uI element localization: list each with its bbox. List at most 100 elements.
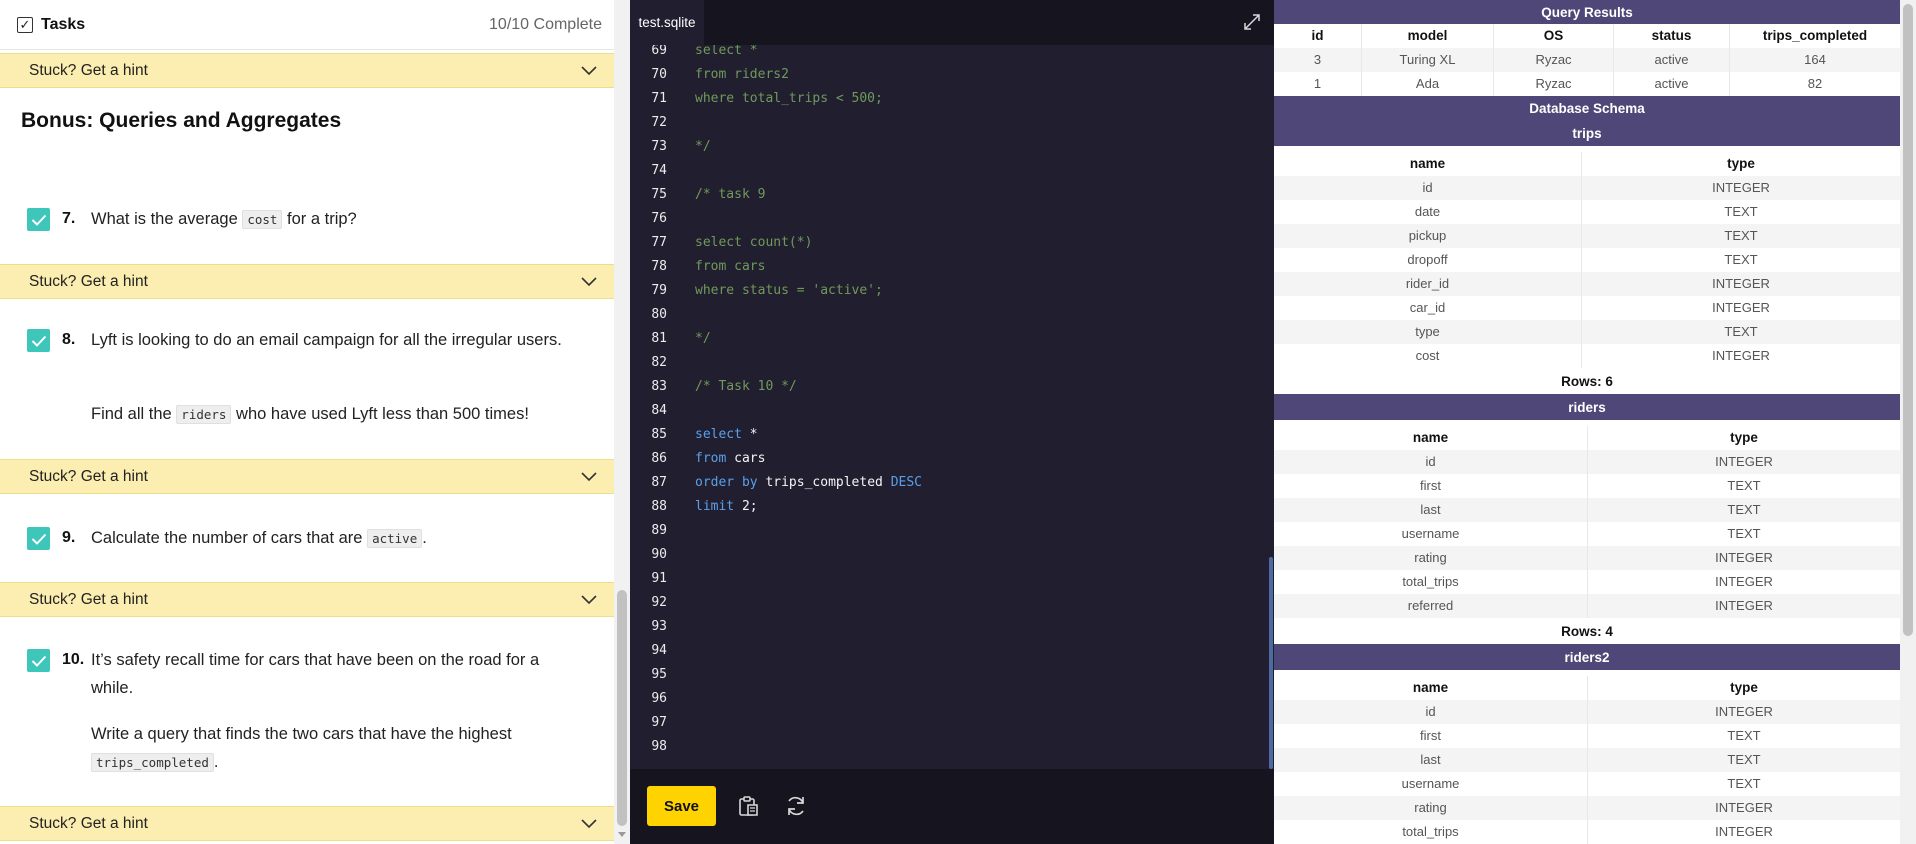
task-description-extra: Find all the riders who have used Lyft l… (91, 400, 571, 429)
code-text: limit 2; (695, 495, 758, 519)
table-cell: Ada (1362, 72, 1494, 96)
code-line: 77 select count(*) (630, 231, 1274, 255)
code-token: */ (695, 331, 711, 346)
app-root: ✓ Tasks 10/10 Complete Stuck? Get a hint… (0, 0, 1916, 844)
table-cell: Ryzac (1494, 48, 1614, 72)
schema-table-title: riders2 (1274, 644, 1900, 670)
editor-tabbar: test.sqlite (630, 0, 1274, 45)
code-token: trips_completed (757, 475, 891, 490)
expand-icon[interactable] (1242, 12, 1262, 32)
code-text: where total_trips < 500; (695, 87, 883, 111)
column-header: type (1727, 156, 1755, 171)
table-cell: TEXT (1724, 228, 1758, 243)
task-description: It’s safety recall time for cars that ha… (91, 651, 540, 697)
refresh-icon[interactable] (784, 794, 808, 818)
table-cell: active (1614, 72, 1730, 96)
code-token: from cars (695, 259, 766, 274)
table-cell: INTEGER (1712, 348, 1770, 363)
task-complete-checkbox[interactable] (27, 208, 50, 231)
code-line: 89 (630, 519, 1274, 543)
code-text: */ (695, 327, 711, 351)
database-schema-title: Database Schema (1274, 96, 1900, 120)
tasks-scrollbar[interactable] (614, 0, 630, 844)
code-line: 95 (630, 663, 1274, 687)
task-complete-checkbox[interactable] (27, 649, 50, 672)
table-cell: 3 (1274, 48, 1362, 72)
code-line: 84 (630, 399, 1274, 423)
table-cell: Turing XL (1362, 48, 1494, 72)
code-chip: trips_completed (91, 753, 214, 772)
tasks-checkbox-icon: ✓ (17, 16, 33, 33)
checkmark-icon (31, 655, 46, 667)
code-line: 92 (630, 591, 1274, 615)
chevron-down-icon[interactable] (580, 470, 598, 482)
scrollbar-thumb[interactable] (1269, 557, 1273, 769)
table-cell: referred (1274, 594, 1588, 618)
task-text-segment: for a trip? (282, 210, 357, 228)
code-line: 93 (630, 615, 1274, 639)
table-cell: TEXT (1727, 526, 1761, 541)
chevron-down-icon[interactable] (580, 593, 598, 605)
table-row: last TEXT (1274, 748, 1900, 772)
code-line: 79 where status = 'active'; (630, 279, 1274, 303)
results-panel: Query Results id model OS status trips_c… (1274, 0, 1916, 844)
code-area[interactable]: 69 select * 70 from riders2 71 where total_tr… (630, 45, 1274, 769)
hint-label: Stuck? Get a hint (29, 814, 148, 832)
tasks-panel: ✓ Tasks 10/10 Complete Stuck? Get a hint… (0, 0, 614, 844)
chevron-down-icon[interactable] (580, 275, 598, 287)
line-number: 75 (651, 187, 667, 202)
table-cell: INTEGER (1712, 180, 1770, 195)
scrollbar-thumb[interactable] (617, 590, 627, 826)
table-cell: INTEGER (1715, 550, 1773, 565)
task-number: 9. (62, 529, 76, 546)
table-cell: TEXT (1727, 776, 1761, 791)
clipboard-icon[interactable] (736, 794, 760, 818)
save-button[interactable]: Save (647, 786, 716, 826)
code-line: 91 (630, 567, 1274, 591)
hint-bar[interactable]: Stuck? Get a hint (0, 264, 614, 299)
table-cell: total_trips (1274, 820, 1588, 844)
table-cell: 1 (1274, 72, 1362, 96)
hint-label: Stuck? Get a hint (29, 272, 148, 290)
table-row: dropoff TEXT (1274, 248, 1900, 272)
line-number: 74 (651, 163, 667, 178)
hint-bar[interactable]: Stuck? Get a hint (0, 53, 614, 88)
table-cell: INTEGER (1715, 574, 1773, 589)
line-number: 98 (651, 739, 667, 754)
hint-bar[interactable]: Stuck? Get a hint (0, 459, 614, 494)
code-line: 90 (630, 543, 1274, 567)
chevron-down-icon[interactable] (580, 64, 598, 76)
task-complete-checkbox[interactable] (27, 329, 50, 352)
checkmark-icon (31, 214, 46, 226)
schema-header-row: name type (1274, 152, 1900, 176)
code-text: from cars (695, 255, 765, 279)
tasks-title: Tasks (41, 15, 86, 33)
hint-bar[interactable]: Stuck? Get a hint (0, 582, 614, 617)
line-number: 71 (651, 91, 667, 106)
row-count: Rows: 4 (1561, 624, 1613, 639)
results-scrollbar[interactable] (1900, 0, 1916, 844)
table-cell: 164 (1804, 52, 1826, 67)
table-cell: rating (1274, 796, 1588, 820)
chevron-down-icon[interactable] (580, 817, 598, 829)
task-complete-checkbox[interactable] (27, 527, 50, 550)
task-text-segment: . (422, 529, 427, 547)
code-chip: riders (176, 405, 232, 424)
hint-bar[interactable]: Stuck? Get a hint (0, 806, 614, 841)
table-cell: TEXT (1724, 324, 1758, 339)
column-header: model (1362, 24, 1494, 48)
code-token: */ (695, 139, 711, 154)
table-cell: pickup (1274, 224, 1582, 248)
scrollbar-thumb[interactable] (1903, 4, 1913, 636)
tab-test-sqlite[interactable]: test.sqlite (630, 0, 704, 45)
line-number: 87 (651, 475, 667, 490)
hint-label: Stuck? Get a hint (29, 590, 148, 608)
line-number: 90 (651, 547, 667, 562)
code-text: /* Task 10 */ (695, 375, 797, 399)
table-row: username TEXT (1274, 772, 1900, 796)
task-description: Calculate the number of cars that are ac… (91, 524, 571, 553)
column-header: name (1274, 426, 1588, 450)
code-line: 81 */ (630, 327, 1274, 351)
schema-table-title: trips (1274, 120, 1900, 146)
scroll-down-arrow-icon[interactable] (618, 832, 626, 837)
